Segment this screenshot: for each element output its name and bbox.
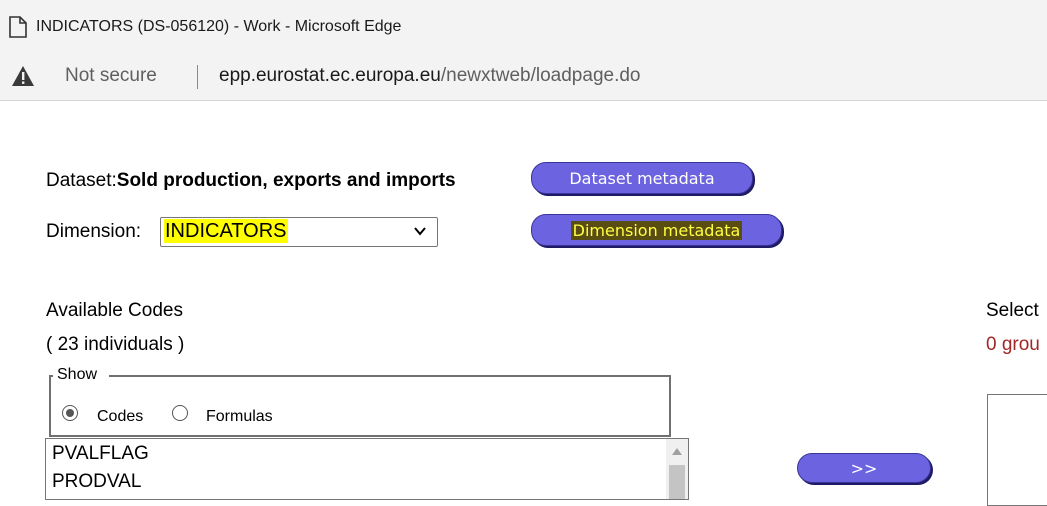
available-codes-count: ( 23 individuals ): [46, 334, 185, 355]
dimension-metadata-label: Dimension metadata: [570, 220, 743, 240]
move-right-button[interactable]: >>: [797, 453, 931, 483]
fieldset-border-left: [49, 375, 53, 377]
address-bar[interactable]: Not secure epp.eurostat.ec.europa.eu/new…: [0, 54, 1047, 101]
window-title: INDICATORS (DS-056120) - Work - Microsof…: [36, 18, 402, 35]
dimension-metadata-button[interactable]: Dimension metadata: [531, 214, 782, 246]
show-legend: Show: [55, 366, 100, 384]
chevron-down-icon: [414, 227, 426, 236]
formulas-radio[interactable]: [172, 405, 188, 421]
codes-radio-label[interactable]: Codes: [97, 408, 143, 426]
list-item[interactable]: PRODVAL: [52, 471, 141, 493]
window-title-bar: INDICATORS (DS-056120) - Work - Microsof…: [0, 0, 1047, 54]
page-icon: [9, 16, 27, 38]
available-codes-title: Available Codes: [46, 300, 183, 321]
formulas-radio-label[interactable]: Formulas: [206, 408, 273, 426]
url-path: /newxtweb/loadpage.do: [440, 65, 641, 86]
dataset-metadata-button[interactable]: Dataset metadata: [531, 162, 753, 194]
show-fieldset: Show Codes Formulas: [49, 366, 671, 437]
dataset-name: Sold production, exports and imports: [116, 170, 456, 191]
page-content: Dataset:Sold production, exports and imp…: [0, 101, 1047, 506]
dimension-label: Dimension:: [46, 221, 142, 242]
dimension-select[interactable]: INDICATORS: [160, 217, 438, 247]
warning-icon[interactable]: [11, 65, 35, 87]
move-right-label: >>: [850, 458, 878, 478]
url-host: epp.eurostat.ec.europa.eu: [219, 65, 441, 86]
selected-codes-count: 0 grou: [986, 334, 1040, 355]
list-item[interactable]: PVALFLAG: [52, 443, 149, 465]
scroll-thumb[interactable]: [669, 465, 685, 499]
selected-codes-title: Select: [986, 300, 1039, 321]
address-divider: [197, 65, 198, 89]
fieldset-border-right: [109, 375, 671, 377]
url-text[interactable]: epp.eurostat.ec.europa.eu/newxtweb/loadp…: [219, 65, 641, 87]
scroll-up-icon[interactable]: [672, 447, 682, 455]
available-codes-list[interactable]: PVALFLAG PRODVAL: [45, 438, 689, 500]
dataset-label: Dataset:: [46, 170, 117, 191]
codes-radio[interactable]: [62, 405, 78, 421]
dataset-row: Dataset:Sold production, exports and imp…: [46, 170, 456, 192]
selected-codes-list[interactable]: [987, 394, 1047, 506]
dataset-metadata-label: Dataset metadata: [569, 168, 715, 188]
not-secure-label[interactable]: Not secure: [65, 65, 157, 87]
list-scrollbar[interactable]: [666, 439, 688, 499]
dimension-selected-value: INDICATORS: [164, 219, 288, 243]
